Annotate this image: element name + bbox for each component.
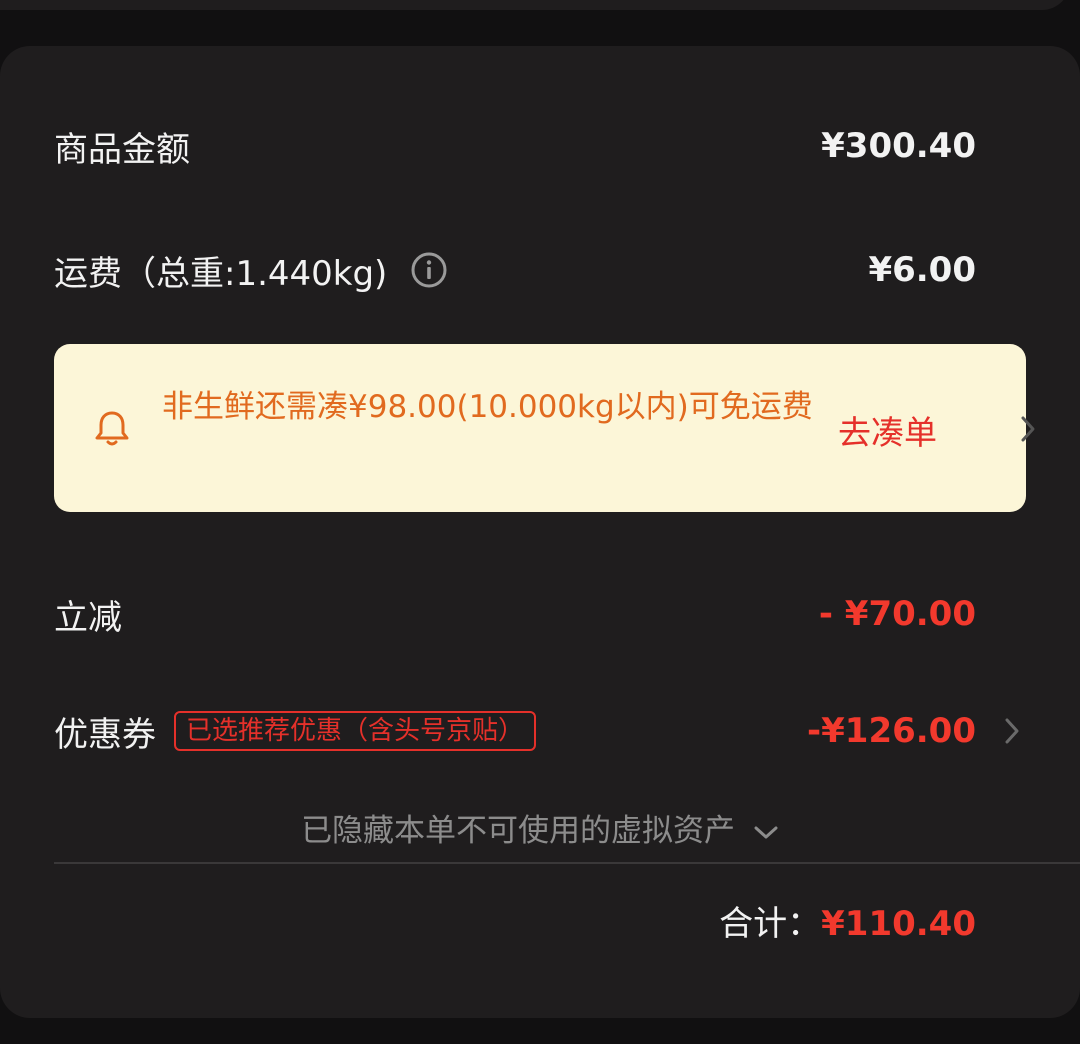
go-add-items-link[interactable]: 去凑单 [838,406,937,454]
total-value: ¥110.40 [821,904,976,944]
coupon-label-wrap: 优惠券 已选推荐优惠（含头号京贴） [54,707,537,756]
coupon-row[interactable]: 优惠券 已选推荐优惠（含头号京贴） -¥126.00 [54,701,976,761]
total-label: 合计： [719,904,822,944]
discount-value: - ¥70.00 [818,594,976,634]
info-icon[interactable] [411,252,447,288]
coupon-recommended-badge: 已选推荐优惠（含头号京贴） [174,711,537,751]
hidden-assets-toggle[interactable]: 已隐藏本单不可使用的虚拟资产 [0,805,1080,850]
free-shipping-text: 非生鲜还需凑¥98.00(10.000kg以内)可免运费 [162,389,813,425]
bell-icon [95,411,129,446]
goods-amount-row: 商品金额 ¥300.40 [54,116,976,176]
divider [54,862,1080,864]
shipping-label-wrap: 运费（总重:1.440kg) [54,246,447,295]
goods-amount-label: 商品金额 [54,129,190,170]
chevron-right-icon[interactable] [1018,414,1038,444]
shipping-row: 运费（总重:1.440kg) ¥6.00 [54,240,976,300]
coupon-value: -¥126.00 [807,711,976,751]
free-shipping-notice[interactable]: 非生鲜还需凑¥98.00(10.000kg以内)可免运费 去凑单 [54,344,1035,512]
discount-label: 立减 [54,597,122,638]
coupon-label: 优惠券 [54,714,156,755]
previous-card [0,0,1070,10]
discount-row: 立减 - ¥70.00 [54,584,976,644]
order-summary-card [0,46,1080,1018]
coupon-chevron-right-icon[interactable] [1004,716,1020,746]
hidden-assets-text: 已隐藏本单不可使用的虚拟资产 [301,813,736,849]
shipping-label: 运费（总重:1.440kg) [54,253,388,294]
chevron-down-icon [754,826,778,838]
goods-amount-value: ¥300.40 [821,126,976,166]
shipping-value: ¥6.00 [868,250,976,290]
total-row: 合计： ¥110.40 [719,896,976,945]
